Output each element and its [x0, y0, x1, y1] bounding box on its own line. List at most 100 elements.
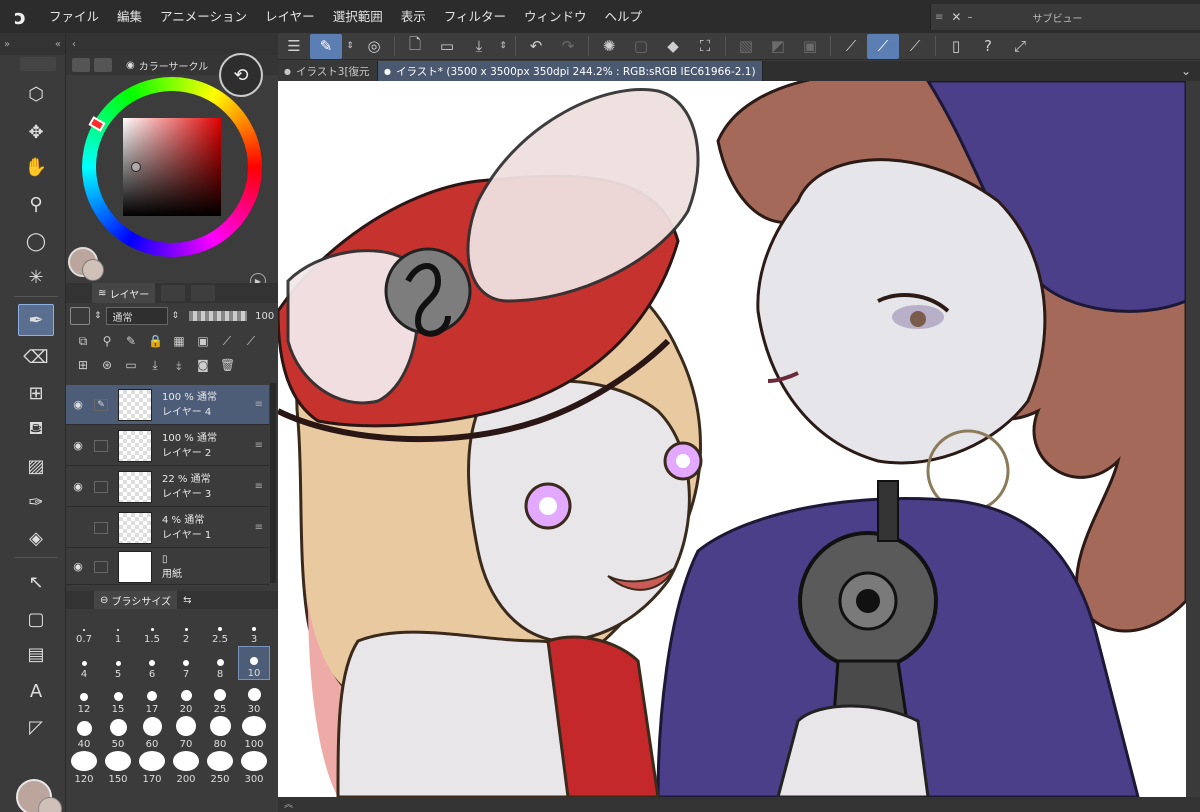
ruler-link-2-icon[interactable]: ⟋: [244, 334, 258, 349]
menu-view[interactable]: 表示: [392, 0, 435, 33]
brush-size-cell[interactable]: 150: [102, 751, 134, 785]
menu-layer[interactable]: レイヤー: [256, 0, 324, 33]
pen-snap-icon[interactable]: ⟋: [899, 34, 931, 59]
menu-animation[interactable]: アニメーション: [151, 0, 256, 33]
brush-size-cell[interactable]: 60: [136, 716, 168, 750]
brush-size-cell[interactable]: 100: [238, 716, 270, 750]
tab-icon[interactable]: [72, 58, 90, 72]
rotate-device-icon[interactable]: ⟲: [219, 53, 263, 97]
sv-cursor[interactable]: [131, 162, 141, 172]
brush-size-cell[interactable]: 80: [204, 716, 236, 750]
lock-icon[interactable]: 🔒: [148, 334, 163, 348]
undo-icon[interactable]: ↶: [520, 34, 552, 59]
ruler-icon[interactable]: ◸: [18, 711, 54, 743]
brush-size-cell[interactable]: 25: [204, 681, 236, 715]
checkbox[interactable]: [94, 439, 108, 452]
canvas-scrollbar[interactable]: [1186, 81, 1200, 797]
rectangle-icon[interactable]: ▢: [18, 603, 54, 635]
eraser-icon[interactable]: ⌫: [18, 341, 54, 373]
move-icon[interactable]: ✥: [18, 116, 54, 148]
record-icon[interactable]: ◎: [358, 34, 390, 59]
layer-row[interactable]: ◉ ✎ 100 % 通常 レイヤー 4 ≡: [66, 385, 269, 425]
app-logo-icon[interactable]: ↄ: [0, 0, 40, 33]
brush-size-cell[interactable]: 40: [68, 716, 100, 750]
pen-edit-icon[interactable]: ✎: [94, 398, 108, 411]
brush-size-cell[interactable]: 12: [68, 681, 100, 715]
bucket-icon[interactable]: ◈: [18, 522, 54, 554]
tab-illustration-3[interactable]: ● イラスト3[復元: [278, 61, 378, 81]
grip-icon[interactable]: ≡: [255, 481, 263, 492]
fullscreen-icon[interactable]: ⤢: [1004, 34, 1036, 59]
brush-size-cell[interactable]: 250: [204, 751, 236, 785]
layer-row[interactable]: ◉ 22 % 通常 レイヤー 3 ≡: [66, 467, 269, 507]
hand-icon[interactable]: ✋: [18, 151, 54, 183]
brush-size-cell[interactable]: 2: [170, 611, 202, 645]
spinner-icon[interactable]: ⇕: [172, 311, 180, 321]
spinner-icon-2[interactable]: ⇕: [495, 34, 511, 59]
brush-size-cell[interactable]: 30: [238, 681, 270, 715]
close-icon[interactable]: ✕: [951, 10, 961, 24]
new-file-icon[interactable]: 🗋: [399, 34, 431, 59]
draft-icon[interactable]: ✎: [124, 334, 138, 348]
transform-icon[interactable]: ⛶: [689, 34, 721, 59]
sub-color-chip[interactable]: [38, 797, 62, 812]
menu-filter[interactable]: フィルター: [435, 0, 515, 33]
help-icon[interactable]: ?: [972, 34, 1004, 59]
new-raster-layer-icon[interactable]: ⊞: [76, 358, 90, 372]
ruler-link-icon[interactable]: ⟋: [220, 334, 234, 349]
brush-size-cell[interactable]: 15: [102, 681, 134, 715]
sub-tool-icon[interactable]: ⬡: [18, 78, 54, 110]
ruler-snap-icon[interactable]: ⟋: [835, 34, 867, 59]
pattern-icon[interactable]: ▨: [18, 450, 54, 482]
layer-color-box[interactable]: [70, 307, 90, 325]
fill-icon[interactable]: ◆: [657, 34, 689, 59]
layer-row[interactable]: 4 % 通常 レイヤー 1 ≡: [66, 508, 269, 548]
eye-icon[interactable]: ◉: [66, 560, 90, 573]
loading-icon[interactable]: ✺: [593, 34, 625, 59]
brush-size-cell[interactable]: 120: [68, 751, 100, 785]
minimize-icon[interactable]: –: [967, 12, 972, 23]
zoom-icon[interactable]: ⚲: [18, 188, 54, 220]
grip-icon[interactable]: ≡: [255, 399, 263, 410]
lasso-icon[interactable]: ◯: [18, 225, 54, 257]
grip-icon[interactable]: ≡: [935, 12, 943, 23]
menu-selection[interactable]: 選択範囲: [324, 0, 392, 33]
canvas[interactable]: [278, 81, 1186, 797]
brush-size-cell[interactable]: 4: [68, 646, 100, 680]
menu-file[interactable]: ファイル: [40, 0, 108, 33]
brush-size-cell[interactable]: 1: [102, 611, 134, 645]
brush-size-cell[interactable]: 170: [136, 751, 168, 785]
brush-size-cell[interactable]: 20: [170, 681, 202, 715]
blend-mode-select[interactable]: 通常: [105, 307, 168, 325]
layer-scrollbar[interactable]: [270, 383, 276, 583]
magic-wand-icon[interactable]: ✳: [18, 261, 54, 293]
checkbox[interactable]: [94, 560, 108, 573]
brush-size-cell[interactable]: 0.7: [68, 611, 100, 645]
grid-icon[interactable]: ⊞: [18, 377, 54, 409]
brush-size-cell[interactable]: 70: [170, 716, 202, 750]
checkbox[interactable]: [94, 521, 108, 534]
merge-down-icon[interactable]: ⤈: [172, 358, 186, 373]
select-arrow-icon[interactable]: ↖: [18, 566, 54, 598]
text-icon[interactable]: A: [18, 675, 54, 707]
brush-size-cell[interactable]: 300: [238, 751, 270, 785]
menu-help[interactable]: ヘルプ: [596, 0, 652, 33]
layer-row[interactable]: ◉ ▯ 用紙: [66, 549, 269, 585]
save-icon[interactable]: ⤓: [463, 34, 495, 59]
expand-up-icon[interactable]: ︽: [284, 800, 293, 810]
clip-icon[interactable]: ⧉: [76, 334, 90, 349]
chevron-down-icon[interactable]: ⌄: [1172, 61, 1200, 81]
gradient-icon[interactable]: ▤: [18, 638, 54, 670]
tab-sliders-icon[interactable]: ⇆: [183, 595, 191, 606]
tab-layer-search[interactable]: [191, 285, 216, 301]
mask-icon[interactable]: ▣: [196, 334, 210, 348]
menu-edit[interactable]: 編集: [108, 0, 151, 33]
lock-transparency-icon[interactable]: ▦: [172, 334, 186, 348]
grip-icon[interactable]: ≡: [255, 522, 263, 533]
tab-layer-property[interactable]: [161, 285, 186, 301]
collapse-icon[interactable]: »: [4, 39, 10, 50]
brush-size-cell[interactable]: 8: [204, 646, 236, 680]
pen-pressure-icon[interactable]: ✎: [310, 33, 342, 59]
opacity-value[interactable]: 100: [255, 311, 274, 322]
selection-border-icon[interactable]: ▣: [794, 34, 826, 59]
